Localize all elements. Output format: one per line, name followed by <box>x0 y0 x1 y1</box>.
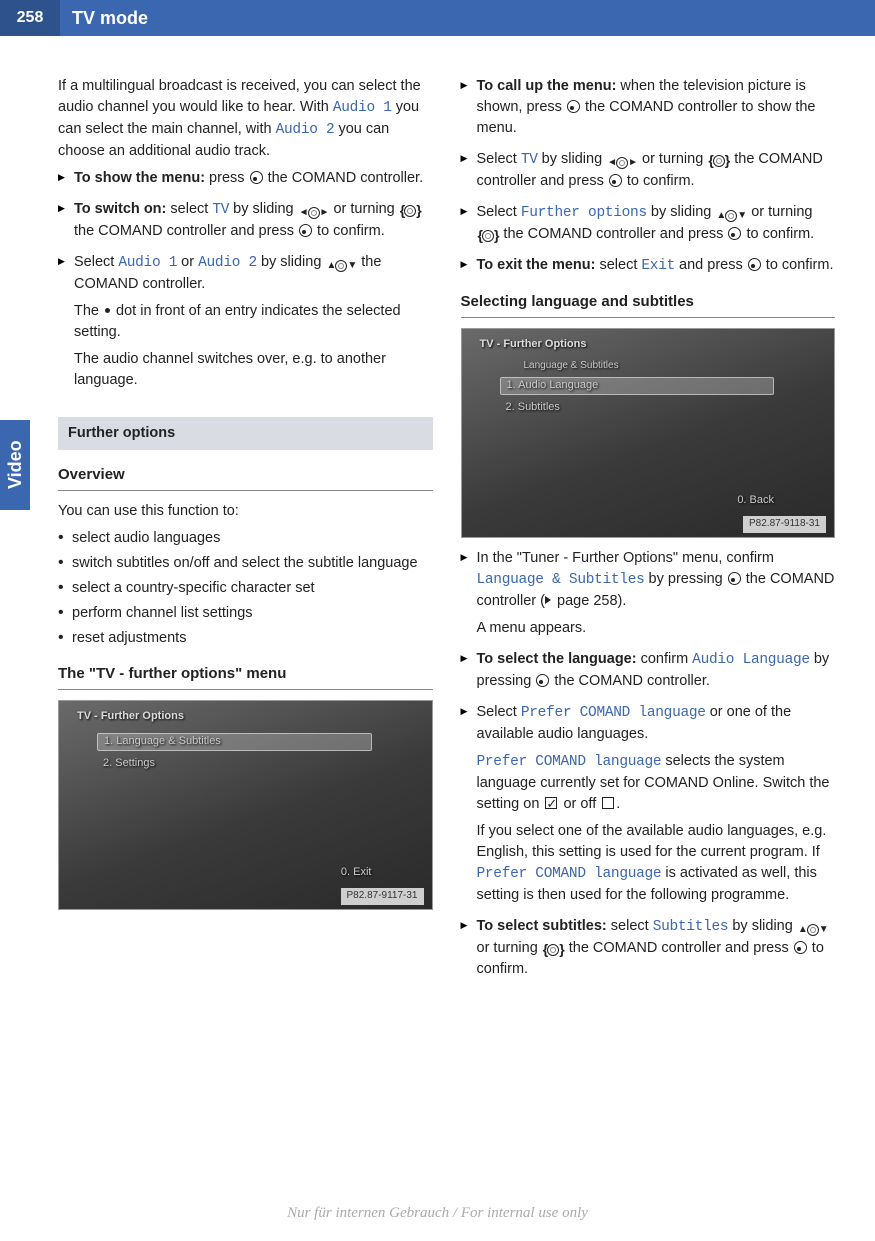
press-icon <box>794 941 807 954</box>
slide-ud-icon: ▲▼ <box>798 923 828 938</box>
press-icon <box>609 174 622 187</box>
screenshot-row: 2. Subtitles <box>500 399 775 417</box>
press-icon <box>250 171 263 184</box>
overview-intro: You can use this function to: <box>58 501 433 522</box>
turn-icon: {} <box>478 230 499 242</box>
side-tab-video: Video <box>0 420 30 510</box>
screenshot-sub: Language & Subtitles <box>518 357 775 375</box>
step-note: A menu appears. <box>477 618 836 639</box>
step-note: The dot in front of an entry indicates t… <box>74 301 433 343</box>
step-select-language: To select the language: confirm Audio La… <box>461 649 836 692</box>
screenshot-row: 1. Audio Language <box>500 377 775 395</box>
step-select-further: Select Further options by sliding ▲▼ or … <box>461 202 836 245</box>
press-icon <box>728 572 741 585</box>
screenshot-foot: 0. Back <box>737 493 774 509</box>
screenshot-row: 1. Language & Subtitles <box>97 733 372 751</box>
press-icon <box>536 674 549 687</box>
screenshot-code: P82.87-9118-31 <box>743 516 826 533</box>
header-bar: 258 TV mode <box>0 0 875 36</box>
heading-overview: Overview <box>58 464 433 491</box>
section-further-options: Further options <box>58 417 433 450</box>
overview-bullets: select audio languages switch subtitles … <box>58 528 433 649</box>
screenshot-further-options: TV - Further Options 1. Language & Subti… <box>58 700 433 910</box>
slide-lr-icon: ◄► <box>299 206 329 221</box>
display-audio1: Audio 1 <box>333 100 392 116</box>
heading-tv-further-menu: The "TV - further options" menu <box>58 663 433 690</box>
step-note: The audio channel switches over, e.g. to… <box>74 349 433 391</box>
display-audio2: Audio 2 <box>276 122 335 138</box>
slide-ud-icon: ▲▼ <box>716 209 746 224</box>
intro-paragraph: If a multilingual broadcast is received,… <box>58 76 433 162</box>
screenshot-row: 2. Settings <box>97 755 372 773</box>
right-column: To call up the menu: when the television… <box>461 76 836 990</box>
list-item: perform channel list settings <box>58 603 433 624</box>
slide-ud-icon: ▲▼ <box>326 259 356 274</box>
footer-watermark: Nur für internen Gebrauch / For internal… <box>0 1203 875 1225</box>
page-title: TV mode <box>60 5 148 31</box>
list-item: switch subtitles on/off and select the s… <box>58 553 433 574</box>
checkbox-off-icon <box>602 797 614 809</box>
page-number: 258 <box>0 0 60 36</box>
checkbox-on-icon <box>545 797 557 809</box>
content: If a multilingual broadcast is received,… <box>0 36 875 1010</box>
step-confirm-lang-sub: In the "Tuner - Further Options" menu, c… <box>461 548 836 639</box>
turn-icon: {} <box>400 205 421 217</box>
step-switch-on: To switch on: select TV by sliding ◄► or… <box>58 199 433 242</box>
press-icon <box>299 224 312 237</box>
screenshot-title: TV - Further Options <box>77 709 184 725</box>
press-icon <box>567 100 580 113</box>
press-icon <box>728 227 741 240</box>
left-column: If a multilingual broadcast is received,… <box>58 76 433 990</box>
list-item: select a country-specific character set <box>58 578 433 599</box>
step-select-audio: Select Audio 1 or Audio 2 by sliding ▲▼ … <box>58 252 433 391</box>
heading-lang-subtitles: Selecting language and subtitles <box>461 291 836 318</box>
step-exit-menu: To exit the menu: select Exit and press … <box>461 255 836 277</box>
screenshot-lang-subtitles: TV - Further Options Language & Subtitle… <box>461 328 836 538</box>
step-call-menu: To call up the menu: when the television… <box>461 76 836 139</box>
turn-icon: {} <box>543 944 564 956</box>
step-show-menu: To show the menu: press the COMAND contr… <box>58 168 433 189</box>
list-item: reset adjustments <box>58 628 433 649</box>
turn-icon: {} <box>708 155 729 167</box>
step-select-tv: Select TV by sliding ◄► or turning {} th… <box>461 149 836 192</box>
step-note: If you select one of the available audio… <box>477 821 836 906</box>
screenshot-code: P82.87-9117-31 <box>341 888 424 905</box>
step-select-subtitles: To select subtitles: select Subtitles by… <box>461 916 836 980</box>
screenshot-foot: 0. Exit <box>341 865 372 881</box>
step-prefer-comand: Select Prefer COMAND language or one of … <box>461 702 836 906</box>
press-icon <box>748 258 761 271</box>
page-ref-icon <box>545 596 551 604</box>
dot-icon <box>105 308 110 313</box>
screenshot-title: TV - Further Options <box>480 337 587 353</box>
slide-lr-icon: ◄► <box>607 156 637 171</box>
list-item: select audio languages <box>58 528 433 549</box>
